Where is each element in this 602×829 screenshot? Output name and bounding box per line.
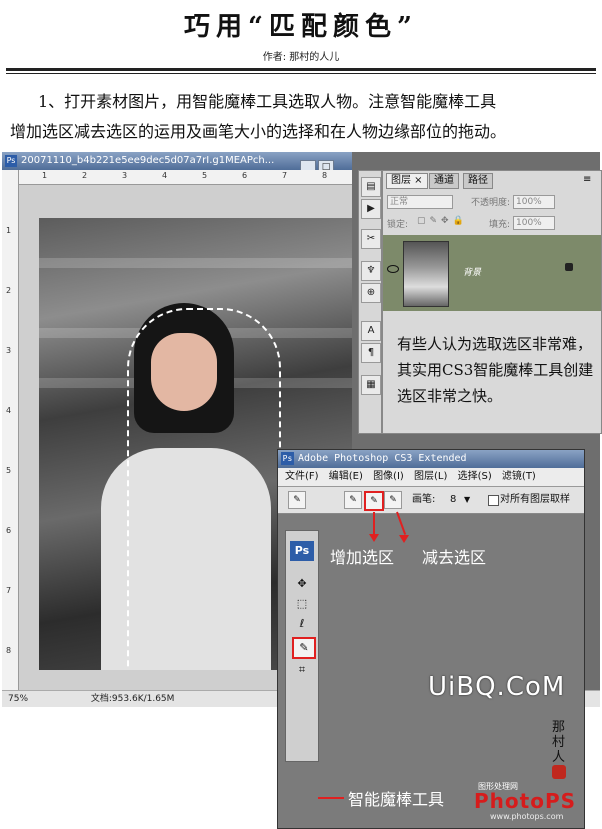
layer-comps-icon[interactable]: ▦ (361, 375, 381, 395)
menu-select[interactable]: 选择(S) (458, 471, 492, 482)
add-to-selection-icon[interactable]: ✎ (364, 491, 384, 511)
annotation-note: 有些人认为选取选区非常难，其实用CS3智能魔棒工具创建选区非常之快。 (397, 335, 594, 405)
arrow-head-subtract (399, 535, 409, 543)
arrow-shaft-tool (318, 797, 344, 799)
subtract-from-selection-icon[interactable]: ✎ (384, 491, 402, 509)
article-title: 巧用“匹配颜色” (184, 12, 418, 42)
paragraph-icon[interactable]: ¶ (361, 343, 381, 363)
arrow-shaft-subtract (396, 511, 407, 535)
selection-marquee (127, 308, 281, 670)
ruler-vertical: 1 2 3 4 5 6 7 8 (2, 170, 19, 690)
layers-panel: 图层 × 通道 路径 ≡ 正常 不透明度: 100% 锁定: ▢✎✥🔒 填充: … (382, 170, 602, 434)
inset-titlebar: Ps Adobe Photoshop CS3 Extended (278, 450, 584, 468)
photoshop-screenshot: Ps 20071110_b4b221e5ee9dec5d07a7rI.g1MEAP… (2, 152, 602, 829)
lasso-tool-icon[interactable]: ℓ (292, 615, 312, 633)
ruler-tick: 8 (322, 171, 328, 180)
window-controls: _□× (298, 154, 350, 196)
document-size: 文档:953.6K/1.65M (90, 694, 175, 704)
actions-icon[interactable]: ▶ (361, 199, 381, 219)
ruler-tick: 5 (202, 171, 208, 180)
ps-logo: Ps (290, 541, 314, 561)
ruler-tick: 4 (162, 171, 168, 180)
new-selection-icon[interactable]: ✎ (344, 491, 362, 509)
ruler-tick: 1 (42, 171, 48, 180)
red-seal (552, 765, 566, 779)
menu-edit[interactable]: 编辑(E) (329, 471, 363, 482)
site-watermark: UiBQ.CoM (428, 672, 566, 702)
move-tool-icon[interactable]: ✥ (292, 575, 312, 593)
ruler-tick: 7 (6, 586, 12, 595)
ruler-tick: 6 (6, 526, 12, 535)
sample-all-layers-checkbox[interactable] (488, 495, 499, 506)
zoom-level[interactable]: 75% (8, 694, 28, 704)
instruction-line-1: 1、打开素材图片，用智能魔棒工具选取人物。注意智能魔棒工具 (38, 92, 497, 111)
history-icon[interactable]: ▤ (361, 177, 381, 197)
brand-url: www.photops.com (490, 812, 564, 821)
arrow-head-add (369, 534, 379, 542)
sample-all-layers-label: 对所有图层取样 (500, 494, 570, 505)
ruler-horizontal: 1 2 3 4 5 6 7 8 (18, 170, 352, 185)
motion-streak (39, 258, 352, 268)
tab-channels[interactable]: 通道 (429, 173, 459, 189)
fill-label: 填充: (489, 220, 511, 230)
tab-paths[interactable]: 路径 (463, 173, 493, 189)
divider-thin (6, 73, 596, 74)
label-subtract-selection: 减去选区 (422, 548, 487, 567)
layer-row-background[interactable]: 背景 (383, 235, 601, 311)
toolbox: Ps ✥ ⬚ ℓ ✎ ⌗ (285, 530, 319, 762)
ruler-tick: 4 (6, 406, 12, 415)
ruler-tick: 2 (82, 171, 88, 180)
brush-size[interactable]: 8 (450, 487, 456, 513)
ruler-tick: 3 (122, 171, 128, 180)
ruler-tick: 2 (6, 286, 12, 295)
ruler-tick: 5 (6, 466, 12, 475)
menu-layer[interactable]: 图层(L) (414, 471, 447, 482)
lock-label: 锁定: (387, 220, 409, 230)
layer-thumbnail (403, 241, 449, 307)
author-line: 作者: 那村的人儿 (262, 52, 340, 63)
fill-input[interactable]: 100% (513, 216, 555, 230)
ruler-tick: 1 (6, 226, 12, 235)
menu-image[interactable]: 图像(I) (373, 471, 404, 482)
marquee-tool-icon[interactable]: ⬚ (292, 595, 312, 613)
tool-preset-picker-icon[interactable]: ✎ (288, 491, 306, 509)
menu-filter[interactable]: 滤镜(T) (502, 471, 536, 482)
label-quick-selection: 智能魔棒工具 (348, 790, 445, 809)
app-title: Adobe Photoshop CS3 Extended (298, 453, 467, 464)
photops-logo: PhotoPS (474, 789, 576, 813)
brushes-icon[interactable]: ♆ (361, 261, 381, 281)
layer-name: 背景 (463, 268, 482, 278)
photoshop-inset-window: Ps Adobe Photoshop CS3 Extended 文件(F) 编辑(… (277, 449, 585, 829)
label-add-selection: 增加选区 (330, 548, 395, 567)
ruler-tick: 8 (6, 646, 12, 655)
panel-menu-icon[interactable]: ≡ (583, 174, 591, 185)
options-bar: ✎ ✎ ✎ ✎ 画笔: 8 ▼ 对所有图层取样 (278, 487, 584, 514)
tab-layers[interactable]: 图层 × (386, 173, 428, 189)
ruler-tick: 3 (6, 346, 12, 355)
ps-doc-icon: Ps (5, 155, 17, 167)
quick-selection-tool-icon[interactable]: ✎ (292, 637, 316, 659)
arrow-shaft-add (373, 512, 375, 534)
ps-app-icon: Ps (281, 452, 294, 465)
opacity-label: 不透明度: (471, 198, 511, 208)
instruction-line-2: 增加选区减去选区的运用及画笔大小的选择和在人物边缘部位的拖动。 (10, 122, 507, 141)
clone-source-icon[interactable]: ⊕ (361, 283, 381, 303)
panel-dock-strip: ▤ ▶ ✂ ♆ ⊕ A ¶ ▦ (358, 170, 382, 434)
chevron-down-icon[interactable]: ▼ (464, 487, 470, 513)
divider-thick (6, 68, 596, 71)
visibility-eye-icon[interactable] (387, 265, 399, 273)
tool-presets-icon[interactable]: ✂ (361, 229, 381, 249)
menu-file[interactable]: 文件(F) (285, 471, 319, 482)
ruler-tick: 6 (242, 171, 248, 180)
brush-label: 画笔: (412, 494, 436, 505)
opacity-input[interactable]: 100% (513, 195, 555, 209)
ruler-tick: 7 (282, 171, 288, 180)
blend-mode-select[interactable]: 正常 (387, 195, 453, 209)
character-icon[interactable]: A (361, 321, 381, 341)
crop-tool-icon[interactable]: ⌗ (292, 661, 312, 679)
lock-icon (565, 263, 573, 271)
document-title: 20071110_b4b221e5ee9dec5d07a7rI.g1MEAPch… (21, 155, 275, 166)
lock-options-icons[interactable]: ▢✎✥🔒 (417, 216, 468, 226)
menu-bar: 文件(F) 编辑(E) 图像(I) 图层(L) 选择(S) 滤镜(T) (278, 468, 584, 487)
